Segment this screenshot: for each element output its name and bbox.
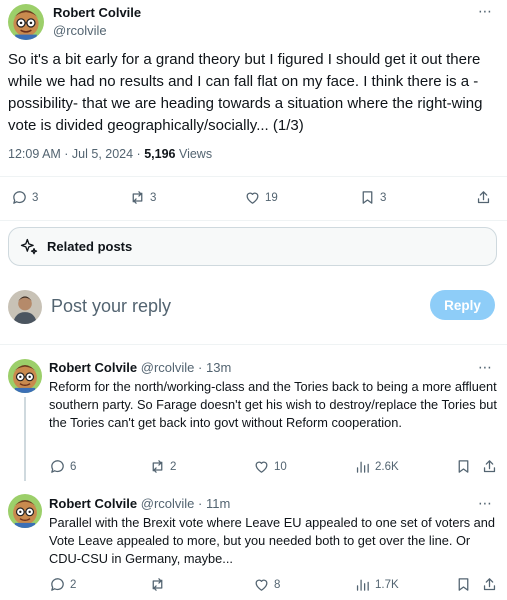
like-count: 8	[274, 578, 281, 591]
share-icon	[477, 191, 490, 204]
tweet-text: So it's a bit early for a grand theory b…	[8, 51, 483, 134]
author-avatar[interactable]	[8, 4, 44, 40]
repost-button[interactable]: 2	[149, 458, 176, 475]
reply-time[interactable]: 13m	[206, 360, 231, 375]
like-button[interactable]: 8	[253, 576, 280, 593]
views-count: 2.6K	[375, 460, 399, 473]
bookmark-icon	[458, 578, 469, 591]
reply-author-name[interactable]: Robert Colvile	[49, 496, 137, 511]
reply-count: 6	[70, 460, 77, 473]
more-options-icon[interactable]: ⋯	[478, 360, 493, 374]
repost-icon	[152, 578, 163, 591]
reply-header: Robert Colvile @rcolvile · 11m	[49, 496, 230, 511]
related-posts-button[interactable]: Related posts	[8, 227, 497, 266]
bookmark-button[interactable]: 3	[359, 189, 386, 206]
author-name[interactable]: Robert Colvile	[53, 5, 141, 20]
reply-author-avatar[interactable]	[8, 494, 42, 528]
reply-time[interactable]: 11m	[206, 496, 230, 511]
repost-icon	[132, 191, 143, 204]
repost-count: 2	[170, 460, 177, 473]
bookmark-button[interactable]	[455, 576, 472, 593]
tweet-meta: 12:09 AM · Jul 5, 2024 · 5,196 Views	[8, 147, 212, 161]
reply-header: Robert Colvile @rcolvile · 13m	[49, 360, 231, 375]
reply-text: Parallel with the Brexit vote where Leav…	[49, 515, 496, 566]
reply-input[interactable]: Post your reply	[51, 296, 171, 317]
heart-icon	[255, 461, 268, 473]
repost-count: 3	[150, 191, 157, 204]
reply-author-name[interactable]: Robert Colvile	[49, 360, 137, 375]
views-count: 5,196	[144, 147, 176, 161]
bookmark-icon	[458, 460, 469, 473]
share-icon	[483, 460, 496, 473]
sparkle-icon	[20, 238, 38, 254]
current-user-avatar[interactable]	[8, 290, 42, 324]
reply-actions: 2 8 1.7K	[0, 576, 507, 598]
analytics-icon	[356, 579, 369, 591]
separator: ·	[198, 360, 203, 375]
reply-count: 2	[70, 578, 77, 591]
reply-button[interactable]: 3	[11, 189, 38, 206]
share-button[interactable]	[481, 458, 498, 475]
tweet-actions: 3 3 19 3	[0, 189, 507, 211]
more-options-icon[interactable]: ⋯	[478, 496, 493, 510]
divider	[0, 220, 507, 221]
repost-button[interactable]: 3	[129, 189, 156, 206]
author-handle[interactable]: @rcolvile	[53, 23, 107, 38]
views-label: Views	[175, 147, 213, 161]
bookmark-count: 3	[380, 191, 387, 204]
separator: ·	[198, 496, 203, 511]
reply-author-avatar[interactable]	[8, 359, 42, 393]
like-count: 19	[265, 191, 278, 204]
reply-actions: 6 2 10 2.6K	[0, 458, 507, 480]
share-button[interactable]	[475, 189, 492, 206]
views-count: 1.7K	[375, 578, 399, 591]
share-button[interactable]	[481, 576, 498, 593]
like-count: 10	[274, 460, 287, 473]
views-button[interactable]: 2.6K	[354, 458, 399, 475]
like-button[interactable]: 19	[244, 189, 278, 206]
reply-button[interactable]: 6	[49, 458, 76, 475]
repost-icon	[152, 460, 163, 473]
reply-text: Reform for the north/working-class and t…	[49, 379, 497, 430]
bookmark-button[interactable]	[455, 458, 472, 475]
more-options-icon[interactable]: ⋯	[478, 4, 493, 18]
divider	[0, 176, 507, 177]
reply-button[interactable]: 2	[49, 576, 76, 593]
heart-icon	[255, 579, 268, 591]
share-icon	[483, 578, 496, 591]
reply-composer: Post your reply Reply	[0, 282, 507, 332]
analytics-icon	[356, 461, 369, 473]
heart-icon	[246, 192, 259, 204]
reply-author-handle[interactable]: @rcolvile	[141, 496, 195, 511]
related-posts-label: Related posts	[47, 239, 133, 254]
reply-submit-button[interactable]: Reply	[430, 290, 495, 320]
reply-icon	[51, 578, 64, 591]
reply-post[interactable]: Robert Colvile @rcolvile · 11m ⋯ Paralle…	[0, 482, 507, 600]
reply-count: 3	[32, 191, 39, 204]
reply-author-handle[interactable]: @rcolvile	[141, 360, 195, 375]
reply-icon	[13, 191, 26, 204]
tweet-timestamp[interactable]: 12:09 AM · Jul 5, 2024 ·	[8, 147, 144, 161]
like-button[interactable]: 10	[253, 458, 287, 475]
views-button[interactable]: 1.7K	[354, 576, 399, 593]
reply-icon	[51, 460, 64, 473]
reply-post[interactable]: Robert Colvile @rcolvile · 13m ⋯ Reform …	[0, 345, 507, 485]
bookmark-icon	[362, 191, 373, 204]
repost-button[interactable]	[149, 576, 170, 593]
